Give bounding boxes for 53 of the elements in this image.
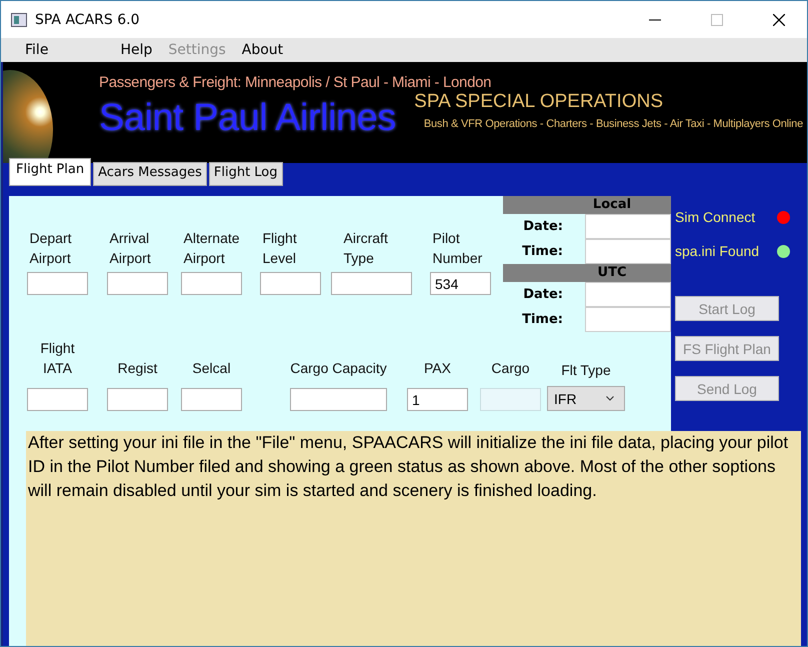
chevron-down-icon [606,396,614,401]
input-field[interactable] [585,282,671,307]
field-label: Aircraft Type [344,229,389,268]
input-field[interactable] [585,307,671,332]
input-field[interactable] [260,272,321,295]
tab[interactable]: Flight Plan [9,158,92,186]
input-field[interactable] [27,272,88,295]
field-label: Flight Level [262,229,298,268]
input-field[interactable] [27,388,88,411]
input-field[interactable] [290,388,387,411]
menu-item[interactable]: About [236,42,290,58]
maximize-icon[interactable] [711,14,723,26]
input-field[interactable] [107,388,168,411]
close-icon[interactable] [773,14,785,26]
dropdown[interactable]: IFR [547,386,625,411]
status-label: Sim Connect [675,209,756,225]
input-field[interactable] [107,272,168,295]
clock-label: Time: [521,312,563,327]
window-title: SPA ACARS 6.0 [35,12,140,28]
field-label: Arrival Airport [110,229,152,268]
clock-heading: UTC [503,264,671,282]
services-text: Bush & VFR Operations - Charters - Business Jets - Air Taxi - Multiplayers Online [424,118,803,130]
app-icon [11,12,27,26]
status-label: spa.ini Found [675,243,760,259]
field-label: Selcal [191,359,232,378]
banner-tagline: Passengers & Freight: Minneapolis / St Paul - Miami - London [99,74,492,91]
clock-label: Date: [522,287,563,302]
input-field[interactable] [181,272,242,295]
tab[interactable]: Acars Messages [93,162,207,186]
clock-heading: Local [503,196,671,214]
field-label: Flight IATA [39,339,76,378]
input-field[interactable] [331,272,412,295]
field-label: Regist [116,359,158,378]
clock-label: Date: [522,219,563,234]
clock-label: Time: [521,244,563,259]
airline-name: Saint Paul Airlines [99,97,396,140]
menu-item[interactable]: File [19,42,54,58]
input-field[interactable] [585,214,671,239]
field-label: PAX [423,359,452,378]
input-field[interactable]: 534 [430,272,491,295]
input-field[interactable] [181,388,242,411]
tab[interactable]: Flight Log [208,162,283,186]
input-field[interactable] [585,239,671,264]
field-label: Alternate Airport [184,229,240,268]
field-label: Pilot Number [432,229,484,268]
input-field[interactable]: 1 [407,388,468,411]
field-label: Depart Airport [30,229,73,268]
field-label: Cargo Capacity [290,359,387,378]
division-name: SPA SPECIAL OPERATIONS [414,91,663,113]
field-label: Flt Type [560,361,612,380]
menu-item[interactable]: Help [114,42,158,58]
note-text: After setting your ini file in the "File" menu, SPAACARS will initialize the ini file data, placing your pilot ID in the Pilot Number filed and showing a green status as shown above. Most of the other soptions will remain disabled until your sim is started and scenery is finished loading. [27,432,790,502]
field-label: Cargo [490,359,531,378]
